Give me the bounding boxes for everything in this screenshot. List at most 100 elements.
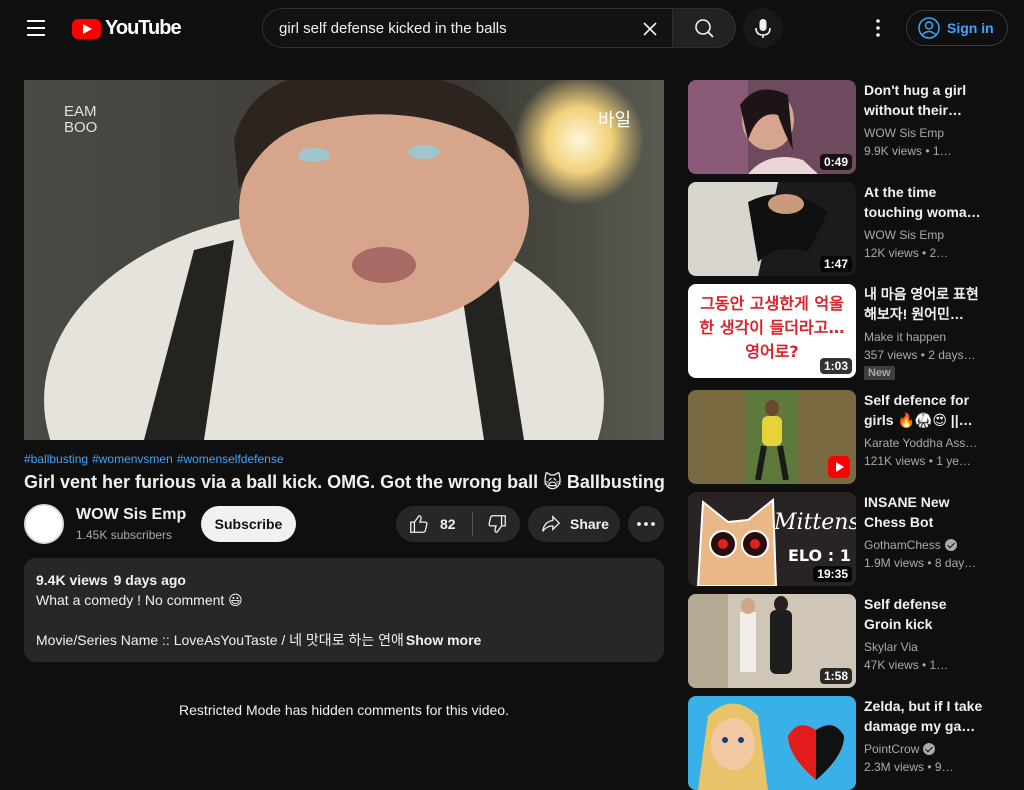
- search-query[interactable]: girl self defense kicked in the balls: [279, 20, 507, 37]
- verified-icon: [923, 743, 936, 755]
- search-icon: [695, 19, 714, 38]
- thumbnail-caption: 그동안 고생한게 억울한 생각이 들더라고…영어로?: [699, 294, 845, 361]
- like-dislike-group: 82: [396, 506, 520, 542]
- recommended-meta: 9.9K views • 1…: [864, 144, 952, 158]
- recommended-channel[interactable]: Make it happen: [864, 330, 984, 344]
- video-duration: 1:47: [819, 256, 852, 272]
- recommended-title[interactable]: Zelda, but if I take damage my ga…: [864, 696, 984, 736]
- more-actions-icon[interactable]: [628, 506, 664, 542]
- dislike-button[interactable]: [473, 506, 520, 542]
- recommended-title[interactable]: Don't hug a girl without their…: [864, 80, 984, 120]
- restricted-mode-notice: Restricted Mode has hidden comments for …: [179, 702, 509, 718]
- video-duration: 0:49: [819, 154, 852, 170]
- recommended-title[interactable]: At the time touching woma…: [864, 182, 984, 222]
- thumbnail-image: [688, 696, 856, 790]
- channel-avatar[interactable]: [24, 504, 64, 544]
- recommended-video[interactable]: Zelda, but if I take damage my ga… Point…: [688, 696, 1008, 790]
- channel-label: PointCrow: [864, 742, 920, 756]
- like-button[interactable]: 82: [396, 506, 472, 542]
- channel-label: WOW Sis Emp: [864, 126, 944, 140]
- channel-label: Make it happen: [864, 330, 947, 344]
- video-duration: 19:35: [813, 566, 852, 582]
- video-overlay-text: 바일: [598, 110, 631, 131]
- recommended-channel[interactable]: Skylar Via: [864, 640, 984, 654]
- video-thumbnail[interactable]: 그동안 고생한게 억울한 생각이 들더라고…영어로? 1:03: [688, 284, 856, 378]
- subscribe-button[interactable]: Subscribe: [201, 506, 296, 542]
- search-button[interactable]: [672, 8, 736, 48]
- show-more-button[interactable]: Show more: [406, 632, 481, 648]
- sign-in-label: Sign in: [947, 20, 994, 36]
- video-thumbnail[interactable]: [688, 390, 856, 484]
- recommended-video[interactable]: Mittens ELO : 1 19:35 INSANE New Chess B…: [688, 492, 1008, 586]
- recommended-video[interactable]: Self defence for girls 🔥🥋😍 ||… Karate Yo…: [688, 390, 1008, 484]
- svg-text:EAM: EAM: [64, 103, 97, 120]
- share-button[interactable]: Share: [528, 506, 620, 542]
- view-count: 9.4K views: [36, 572, 108, 588]
- recommended-channel[interactable]: GothamChess: [864, 538, 984, 552]
- verified-icon: [944, 539, 957, 551]
- hashtag-link[interactable]: #womenvsmen: [92, 452, 173, 466]
- recommended-meta: 121K views • 1 ye…: [864, 454, 971, 468]
- recommended-meta: 357 views • 2 days…: [864, 348, 976, 362]
- sign-in-button[interactable]: Sign in: [906, 10, 1008, 46]
- logo-text: YouTube: [105, 17, 182, 39]
- thumbnail-caption: Mittens: [774, 510, 856, 535]
- recommended-title[interactable]: Self defence for girls 🔥🥋😍 ||…: [864, 390, 984, 430]
- description-line: What a comedy ! No comment 😃: [36, 592, 243, 608]
- share-label: Share: [570, 516, 609, 532]
- account-icon: [918, 17, 940, 39]
- recommended-meta: 2.3M views • 9…: [864, 760, 954, 774]
- like-count: 82: [440, 516, 456, 532]
- recommended-video[interactable]: 0:49 Don't hug a girl without their… WOW…: [688, 80, 1008, 174]
- channel-label: Karate Yoddha Ass…: [864, 436, 978, 450]
- search-input[interactable]: girl self defense kicked in the balls: [262, 8, 672, 48]
- video-duration: 1:58: [819, 668, 852, 684]
- recommended-channel[interactable]: WOW Sis Emp: [864, 126, 984, 140]
- share-icon: [542, 515, 561, 532]
- hashtag-list: #ballbusting #womenvsmen #womenselfdefense: [24, 452, 288, 466]
- new-badge: New: [864, 366, 895, 380]
- view-stats: 9.4K views 9 days ago: [36, 570, 652, 590]
- description-text: Movie/Series Name :: LoveAsYouTaste / 네 …: [36, 632, 404, 648]
- channel-label: WOW Sis Emp: [864, 228, 944, 242]
- video-thumbnail[interactable]: [688, 696, 856, 790]
- recommended-title[interactable]: Self defense Groin kick: [864, 594, 984, 634]
- voice-search-button[interactable]: [743, 8, 783, 48]
- video-frame: EAM BOO 바일: [24, 80, 664, 440]
- channel-label: Skylar Via: [864, 640, 918, 654]
- recommended-video[interactable]: 1:58 Self defense Groin kick Skylar Via …: [688, 594, 1008, 688]
- video-thumbnail[interactable]: 0:49: [688, 80, 856, 174]
- recommended-channel[interactable]: Karate Yoddha Ass…: [864, 436, 984, 450]
- shorts-icon: [828, 456, 850, 478]
- channel-name[interactable]: WOW Sis Emp: [76, 506, 186, 524]
- recommended-meta: 12K views • 2…: [864, 246, 949, 260]
- video-player[interactable]: EAM BOO 바일: [24, 80, 664, 440]
- youtube-play-icon: [72, 18, 101, 39]
- recommended-channel[interactable]: PointCrow: [864, 742, 984, 756]
- thumbs-down-icon: [487, 515, 506, 533]
- recommended-meta: 1.9M views • 8 day…: [864, 556, 977, 570]
- hashtag-link[interactable]: #womenselfdefense: [177, 452, 284, 466]
- menu-icon[interactable]: [20, 12, 52, 44]
- description-box[interactable]: 9.4K views 9 days ago What a comedy ! No …: [24, 558, 664, 662]
- description-line: Movie/Series Name :: LoveAsYouTaste / 네 …: [36, 630, 652, 650]
- video-thumbnail[interactable]: 1:47: [688, 182, 856, 276]
- masthead: YouTube girl self defense kicked in the …: [0, 0, 1024, 56]
- recommended-video[interactable]: 그동안 고생한게 억울한 생각이 들더라고…영어로? 1:03 내 마음 영어로…: [688, 284, 1008, 380]
- video-thumbnail[interactable]: 1:58: [688, 594, 856, 688]
- thumbs-up-icon: [410, 515, 428, 533]
- recommended-channel[interactable]: WOW Sis Emp: [864, 228, 984, 242]
- recommended-title[interactable]: 내 마음 영어로 표현해보자! 원어민…: [864, 284, 984, 324]
- hashtag-link[interactable]: #ballbusting: [24, 452, 88, 466]
- close-icon[interactable]: [634, 13, 666, 45]
- video-title: Girl vent her furious via a ball kick. O…: [24, 472, 665, 492]
- video-thumbnail[interactable]: Mittens ELO : 1 19:35: [688, 492, 856, 586]
- settings-menu-icon[interactable]: [862, 12, 894, 44]
- recommended-title[interactable]: INSANE New Chess Bot: [864, 492, 984, 532]
- svg-text:BOO: BOO: [64, 119, 97, 136]
- recommended-video[interactable]: 1:47 At the time touching woma… WOW Sis …: [688, 182, 1008, 276]
- subscriber-count: 1.45K subscribers: [76, 528, 173, 542]
- youtube-logo[interactable]: YouTube: [72, 17, 182, 40]
- thumbnail-caption: ELO : 1: [788, 546, 851, 565]
